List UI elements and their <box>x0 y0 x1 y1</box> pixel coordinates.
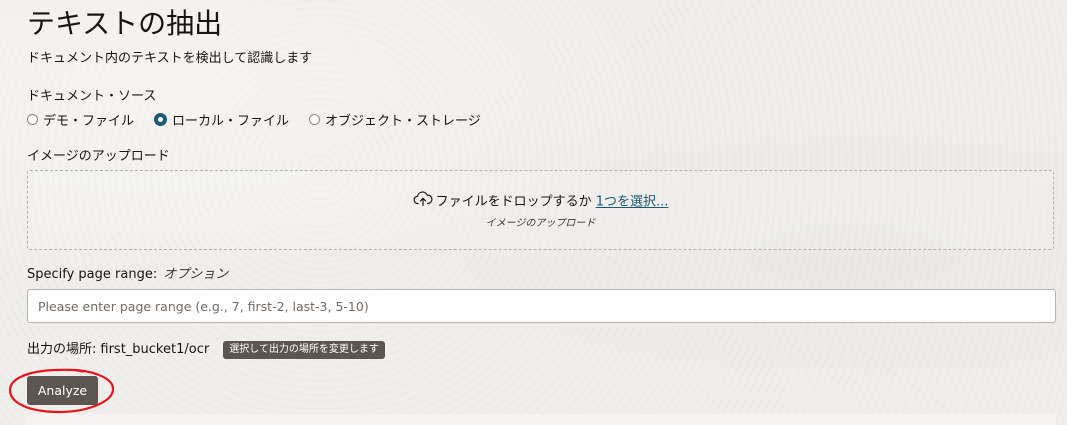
results-panel <box>27 414 1056 425</box>
output-location-path: first_bucket1/ocr <box>100 342 210 357</box>
radio-object-storage[interactable]: オブジェクト・ストレージ <box>309 110 481 129</box>
output-location-row: 出力の場所: first_bucket1/ocr 選択して出力の場所を変更します <box>27 340 385 360</box>
radio-local-file-circle[interactable] <box>154 112 168 126</box>
radio-object-storage-label: オブジェクト・ストレージ <box>325 113 481 129</box>
page-title: テキストの抽出 <box>27 7 223 40</box>
page-range-label-text: Specify page range: <box>27 267 158 282</box>
radio-local-file[interactable]: ローカル・ファイル <box>154 110 289 129</box>
dropzone-text-line: ファイルをドロップするか 1つを選択... <box>28 191 1053 213</box>
dropzone-subtext: イメージのアップロード <box>485 218 596 229</box>
radio-demo-file-circle[interactable] <box>27 113 38 125</box>
page-range-optional-text: オプション <box>163 267 229 282</box>
image-upload-label: イメージのアップロード <box>27 149 170 164</box>
dropzone-text: ファイルをドロップするか <box>435 194 592 210</box>
select-file-link[interactable]: 1つを選択... <box>596 195 669 210</box>
cloud-upload-icon <box>413 190 433 212</box>
radio-demo-file-label: デモ・ファイル <box>43 113 135 129</box>
change-output-location-button[interactable]: 選択して出力の場所を変更します <box>223 341 385 359</box>
document-source-label: ドキュメント・ソース <box>27 89 157 104</box>
page-subtitle: ドキュメント内のテキストを検出して認識します <box>27 51 313 66</box>
page-range-label: Specify page range: オプション <box>27 266 228 284</box>
radio-object-storage-circle[interactable] <box>309 113 321 125</box>
radio-demo-file[interactable]: デモ・ファイル <box>27 110 134 129</box>
radio-local-file-label: ローカル・ファイル <box>172 113 290 129</box>
file-dropzone[interactable]: ファイルをドロップするか 1つを選択... イメージのアップロード <box>27 170 1054 250</box>
page-range-input[interactable] <box>27 289 1056 323</box>
document-source-radio-group: デモ・ファイル ローカル・ファイル オブジェクト・ストレージ <box>27 109 501 129</box>
analyze-button[interactable]: Analyze <box>27 376 98 405</box>
output-location-label: 出力の場所: <box>27 342 97 357</box>
